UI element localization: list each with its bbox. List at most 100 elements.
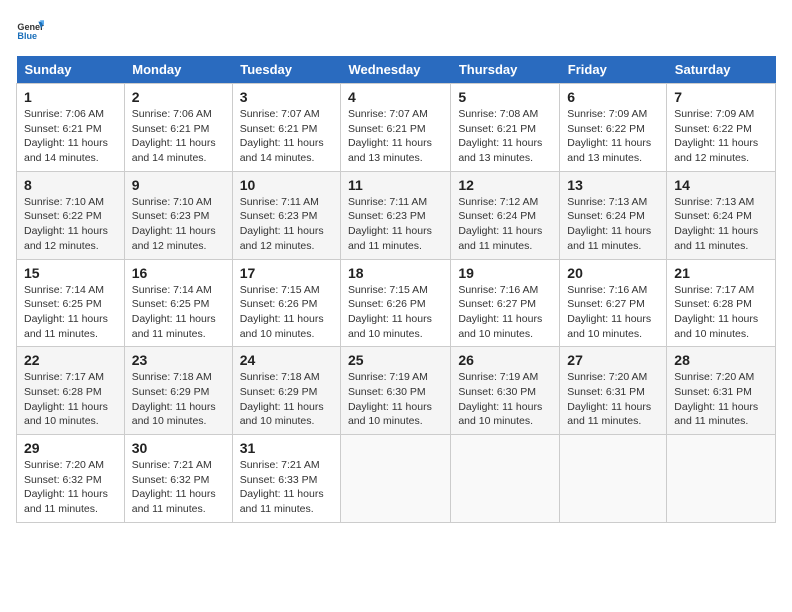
calendar-cell: 1 Sunrise: 7:06 AM Sunset: 6:21 PM Dayli… xyxy=(17,84,125,172)
calendar-cell: 22 Sunrise: 7:17 AM Sunset: 6:28 PM Dayl… xyxy=(17,347,125,435)
day-number: 7 xyxy=(674,89,768,105)
calendar-cell: 27 Sunrise: 7:20 AM Sunset: 6:31 PM Dayl… xyxy=(560,347,667,435)
day-number: 6 xyxy=(567,89,659,105)
day-number: 24 xyxy=(240,352,333,368)
day-info: Sunrise: 7:07 AM Sunset: 6:21 PM Dayligh… xyxy=(348,107,443,166)
weekday-header: Tuesday xyxy=(232,56,340,84)
day-number: 10 xyxy=(240,177,333,193)
calendar-cell xyxy=(451,435,560,523)
day-info: Sunrise: 7:09 AM Sunset: 6:22 PM Dayligh… xyxy=(567,107,659,166)
calendar-week-row: 29 Sunrise: 7:20 AM Sunset: 6:32 PM Dayl… xyxy=(17,435,776,523)
day-info: Sunrise: 7:14 AM Sunset: 6:25 PM Dayligh… xyxy=(132,283,225,342)
day-info: Sunrise: 7:11 AM Sunset: 6:23 PM Dayligh… xyxy=(240,195,333,254)
day-number: 27 xyxy=(567,352,659,368)
day-info: Sunrise: 7:09 AM Sunset: 6:22 PM Dayligh… xyxy=(674,107,768,166)
day-info: Sunrise: 7:16 AM Sunset: 6:27 PM Dayligh… xyxy=(458,283,552,342)
weekday-header-row: SundayMondayTuesdayWednesdayThursdayFrid… xyxy=(17,56,776,84)
day-number: 12 xyxy=(458,177,552,193)
weekday-header: Saturday xyxy=(667,56,776,84)
day-info: Sunrise: 7:19 AM Sunset: 6:30 PM Dayligh… xyxy=(348,370,443,429)
calendar-cell: 5 Sunrise: 7:08 AM Sunset: 6:21 PM Dayli… xyxy=(451,84,560,172)
day-info: Sunrise: 7:17 AM Sunset: 6:28 PM Dayligh… xyxy=(674,283,768,342)
calendar-cell xyxy=(667,435,776,523)
day-info: Sunrise: 7:07 AM Sunset: 6:21 PM Dayligh… xyxy=(240,107,333,166)
calendar-cell: 9 Sunrise: 7:10 AM Sunset: 6:23 PM Dayli… xyxy=(124,171,232,259)
page-header: General Blue xyxy=(16,16,776,44)
day-number: 14 xyxy=(674,177,768,193)
day-number: 15 xyxy=(24,265,117,281)
weekday-header: Sunday xyxy=(17,56,125,84)
calendar-week-row: 15 Sunrise: 7:14 AM Sunset: 6:25 PM Dayl… xyxy=(17,259,776,347)
day-info: Sunrise: 7:13 AM Sunset: 6:24 PM Dayligh… xyxy=(567,195,659,254)
day-info: Sunrise: 7:13 AM Sunset: 6:24 PM Dayligh… xyxy=(674,195,768,254)
day-info: Sunrise: 7:21 AM Sunset: 6:32 PM Dayligh… xyxy=(132,458,225,517)
day-number: 30 xyxy=(132,440,225,456)
calendar-cell: 25 Sunrise: 7:19 AM Sunset: 6:30 PM Dayl… xyxy=(340,347,450,435)
calendar-cell: 24 Sunrise: 7:18 AM Sunset: 6:29 PM Dayl… xyxy=(232,347,340,435)
weekday-header: Monday xyxy=(124,56,232,84)
day-number: 19 xyxy=(458,265,552,281)
calendar-cell: 31 Sunrise: 7:21 AM Sunset: 6:33 PM Dayl… xyxy=(232,435,340,523)
day-number: 22 xyxy=(24,352,117,368)
day-number: 17 xyxy=(240,265,333,281)
calendar-week-row: 22 Sunrise: 7:17 AM Sunset: 6:28 PM Dayl… xyxy=(17,347,776,435)
day-info: Sunrise: 7:16 AM Sunset: 6:27 PM Dayligh… xyxy=(567,283,659,342)
calendar-cell: 18 Sunrise: 7:15 AM Sunset: 6:26 PM Dayl… xyxy=(340,259,450,347)
day-info: Sunrise: 7:20 AM Sunset: 6:31 PM Dayligh… xyxy=(674,370,768,429)
day-number: 3 xyxy=(240,89,333,105)
day-number: 25 xyxy=(348,352,443,368)
calendar-cell: 23 Sunrise: 7:18 AM Sunset: 6:29 PM Dayl… xyxy=(124,347,232,435)
calendar-week-row: 1 Sunrise: 7:06 AM Sunset: 6:21 PM Dayli… xyxy=(17,84,776,172)
day-info: Sunrise: 7:19 AM Sunset: 6:30 PM Dayligh… xyxy=(458,370,552,429)
day-number: 4 xyxy=(348,89,443,105)
day-number: 31 xyxy=(240,440,333,456)
day-info: Sunrise: 7:08 AM Sunset: 6:21 PM Dayligh… xyxy=(458,107,552,166)
weekday-header: Wednesday xyxy=(340,56,450,84)
day-number: 21 xyxy=(674,265,768,281)
day-info: Sunrise: 7:17 AM Sunset: 6:28 PM Dayligh… xyxy=(24,370,117,429)
day-number: 9 xyxy=(132,177,225,193)
calendar-cell: 12 Sunrise: 7:12 AM Sunset: 6:24 PM Dayl… xyxy=(451,171,560,259)
calendar-cell: 4 Sunrise: 7:07 AM Sunset: 6:21 PM Dayli… xyxy=(340,84,450,172)
day-number: 16 xyxy=(132,265,225,281)
calendar-cell: 2 Sunrise: 7:06 AM Sunset: 6:21 PM Dayli… xyxy=(124,84,232,172)
day-number: 1 xyxy=(24,89,117,105)
calendar-cell: 29 Sunrise: 7:20 AM Sunset: 6:32 PM Dayl… xyxy=(17,435,125,523)
calendar-week-row: 8 Sunrise: 7:10 AM Sunset: 6:22 PM Dayli… xyxy=(17,171,776,259)
calendar-table: SundayMondayTuesdayWednesdayThursdayFrid… xyxy=(16,56,776,523)
day-number: 8 xyxy=(24,177,117,193)
calendar-cell: 8 Sunrise: 7:10 AM Sunset: 6:22 PM Dayli… xyxy=(17,171,125,259)
day-number: 2 xyxy=(132,89,225,105)
day-number: 11 xyxy=(348,177,443,193)
svg-text:Blue: Blue xyxy=(17,31,37,41)
day-info: Sunrise: 7:15 AM Sunset: 6:26 PM Dayligh… xyxy=(348,283,443,342)
day-info: Sunrise: 7:15 AM Sunset: 6:26 PM Dayligh… xyxy=(240,283,333,342)
calendar-cell: 3 Sunrise: 7:07 AM Sunset: 6:21 PM Dayli… xyxy=(232,84,340,172)
day-info: Sunrise: 7:06 AM Sunset: 6:21 PM Dayligh… xyxy=(24,107,117,166)
weekday-header: Thursday xyxy=(451,56,560,84)
calendar-cell: 26 Sunrise: 7:19 AM Sunset: 6:30 PM Dayl… xyxy=(451,347,560,435)
calendar-cell: 7 Sunrise: 7:09 AM Sunset: 6:22 PM Dayli… xyxy=(667,84,776,172)
calendar-cell: 10 Sunrise: 7:11 AM Sunset: 6:23 PM Dayl… xyxy=(232,171,340,259)
calendar-cell: 6 Sunrise: 7:09 AM Sunset: 6:22 PM Dayli… xyxy=(560,84,667,172)
day-info: Sunrise: 7:11 AM Sunset: 6:23 PM Dayligh… xyxy=(348,195,443,254)
day-number: 29 xyxy=(24,440,117,456)
day-number: 23 xyxy=(132,352,225,368)
calendar-cell: 19 Sunrise: 7:16 AM Sunset: 6:27 PM Dayl… xyxy=(451,259,560,347)
calendar-cell: 30 Sunrise: 7:21 AM Sunset: 6:32 PM Dayl… xyxy=(124,435,232,523)
calendar-cell: 11 Sunrise: 7:11 AM Sunset: 6:23 PM Dayl… xyxy=(340,171,450,259)
day-number: 13 xyxy=(567,177,659,193)
day-info: Sunrise: 7:10 AM Sunset: 6:23 PM Dayligh… xyxy=(132,195,225,254)
day-info: Sunrise: 7:12 AM Sunset: 6:24 PM Dayligh… xyxy=(458,195,552,254)
calendar-cell: 13 Sunrise: 7:13 AM Sunset: 6:24 PM Dayl… xyxy=(560,171,667,259)
calendar-cell: 28 Sunrise: 7:20 AM Sunset: 6:31 PM Dayl… xyxy=(667,347,776,435)
calendar-cell xyxy=(340,435,450,523)
weekday-header: Friday xyxy=(560,56,667,84)
day-number: 5 xyxy=(458,89,552,105)
day-info: Sunrise: 7:10 AM Sunset: 6:22 PM Dayligh… xyxy=(24,195,117,254)
day-number: 26 xyxy=(458,352,552,368)
calendar-cell: 14 Sunrise: 7:13 AM Sunset: 6:24 PM Dayl… xyxy=(667,171,776,259)
day-info: Sunrise: 7:18 AM Sunset: 6:29 PM Dayligh… xyxy=(132,370,225,429)
day-number: 18 xyxy=(348,265,443,281)
day-info: Sunrise: 7:18 AM Sunset: 6:29 PM Dayligh… xyxy=(240,370,333,429)
